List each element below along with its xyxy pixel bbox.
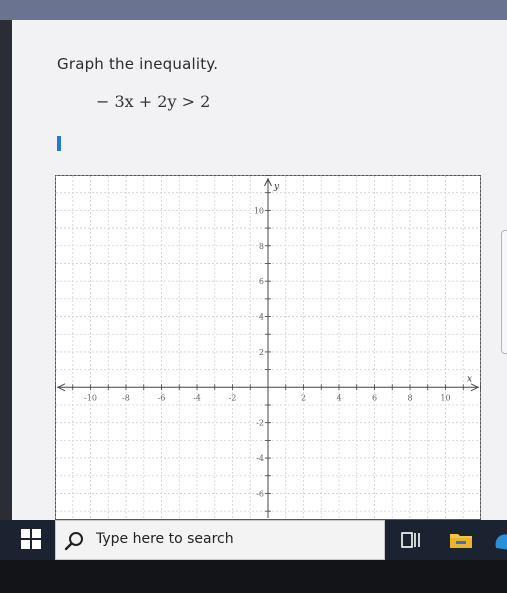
taskbar-search-box[interactable]: Type here to search	[55, 520, 385, 560]
x-tick-label: 2	[301, 393, 306, 402]
x-tick-label: -10	[84, 393, 97, 402]
windows-start-icon[interactable]	[21, 529, 41, 549]
y-tick-label: 6	[259, 277, 264, 286]
x-tick-label: 10	[440, 393, 450, 402]
taskbar: Type here to search	[0, 520, 507, 560]
inequality-expression: − 3x + 2y > 2	[96, 92, 211, 111]
y-tick-label: 8	[259, 242, 264, 251]
x-tick-label: -2	[229, 393, 237, 402]
edge-browser-icon[interactable]	[494, 532, 507, 550]
y-tick-label: -6	[256, 489, 264, 498]
x-tick-label: -8	[122, 393, 130, 402]
search-placeholder: Type here to search	[96, 531, 234, 547]
y-tick-label: 10	[254, 206, 264, 215]
question-prompt: Graph the inequality.	[57, 55, 219, 73]
x-tick-label: -4	[193, 393, 201, 402]
task-view-icon[interactable]	[401, 531, 421, 549]
text-cursor	[57, 136, 61, 151]
x-tick-label: -6	[158, 393, 166, 402]
x-tick-label: 8	[407, 393, 412, 402]
y-axis-label: y	[273, 182, 280, 192]
file-explorer-icon[interactable]	[449, 530, 473, 550]
x-tick-label: 4	[336, 393, 341, 402]
x-axis-label: x	[467, 374, 472, 384]
y-tick-label: 4	[259, 313, 264, 322]
x-tick-label: 6	[372, 393, 377, 402]
y-tick-label: -4	[256, 454, 264, 463]
top-strip	[0, 0, 507, 20]
left-bezel	[0, 20, 12, 520]
side-panel-handle[interactable]	[501, 230, 507, 354]
search-icon	[64, 532, 83, 551]
bottom-bezel	[0, 560, 507, 593]
y-tick-label: -2	[256, 419, 264, 428]
graph-canvas[interactable]: -10 -8 -6 -4 -2 2 4 6 8 10 10 8 6 4 2 -2 -4 -6 x y	[55, 175, 481, 520]
y-tick-label: 2	[259, 348, 264, 357]
